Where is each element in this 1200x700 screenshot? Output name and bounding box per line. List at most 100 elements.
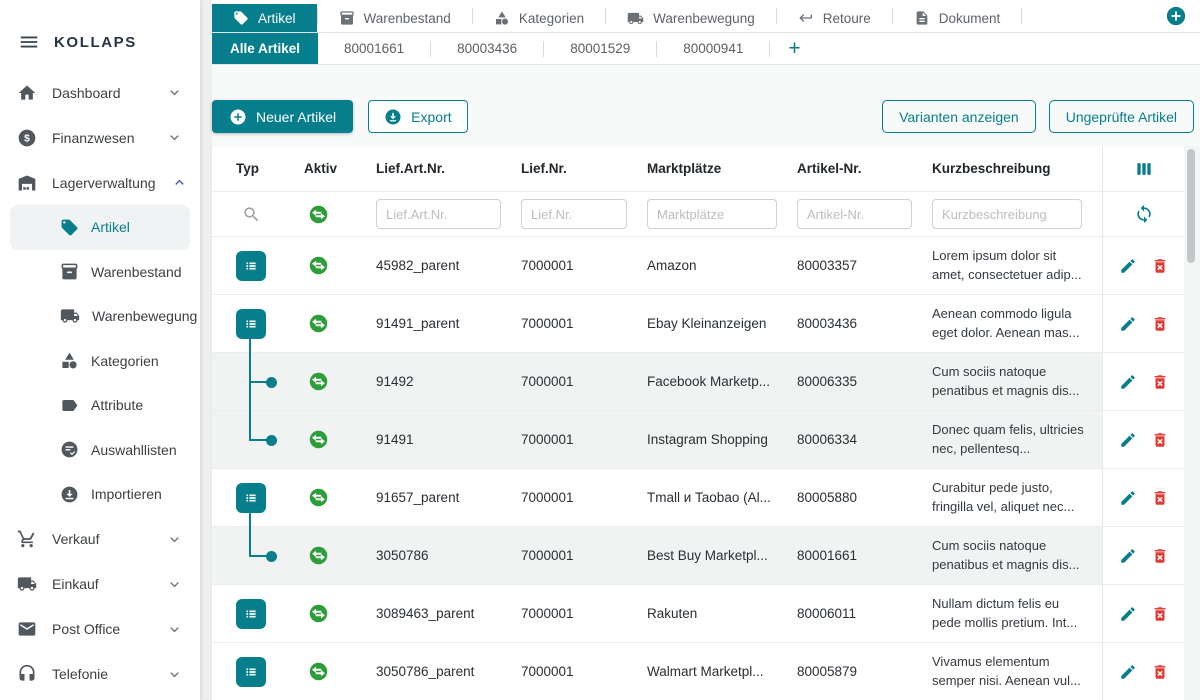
table-row[interactable]: 91491 7000001 Instagram Shopping 8000633… [212,411,1184,469]
delete-icon[interactable] [1151,257,1169,275]
add-article-tab-button[interactable]: + [770,33,818,64]
aktiv-filter-cell [304,204,376,225]
marktplaetze-filter-input[interactable] [647,199,777,229]
tab-dokument[interactable]: Dokument [893,4,1022,32]
table-row[interactable]: 91657_parent 7000001 Tmall и Taobao (Al.… [212,469,1184,527]
lief-art-nr-filter-input[interactable] [376,199,501,229]
sidebar-item-lagerverwaltung[interactable]: Lagerverwaltung [0,160,200,205]
sidebar-item-verkauf[interactable]: Verkauf [0,517,200,562]
active-status-icon[interactable] [308,204,376,225]
sidebar-item-warenbestand[interactable]: Warenbestand [0,250,200,295]
subtab-label: 80001661 [344,41,404,56]
subtab-80001661[interactable]: 80001661 [318,33,430,64]
subtab-80000941[interactable]: 80000941 [657,33,769,64]
aktiv-cell [304,429,376,450]
sidebar-item-warenbewegung[interactable]: Warenbewegung [0,294,200,339]
aktiv-cell [304,545,376,566]
new-article-button[interactable]: Neuer Artikel [212,100,353,133]
artikel-nr-filter-input[interactable] [797,199,912,229]
table-row[interactable]: 3050786 7000001 Best Buy Marketpl... 800… [212,527,1184,585]
sidebar-item-artikel[interactable]: Artikel [10,205,190,250]
truck-icon [17,574,37,594]
sidebar-item-label: Attribute [91,397,143,413]
parent-list-icon[interactable] [236,483,266,513]
header-typ[interactable]: Typ [236,161,304,176]
edit-icon[interactable] [1119,663,1137,681]
table-row[interactable]: 91491_parent 7000001 Ebay Kleinanzeigen … [212,295,1184,353]
subtab-80001529[interactable]: 80001529 [544,33,656,64]
delete-icon[interactable] [1151,605,1169,623]
sidebar-item-telefonie[interactable]: Telefonie [0,652,200,697]
artikel-nr-value: 80005879 [797,664,932,679]
aktiv-cell [304,603,376,624]
edit-icon[interactable] [1119,605,1137,623]
table-scrollbar-thumb[interactable] [1187,149,1195,263]
tab-warenbestand[interactable]: Warenbestand [318,4,472,32]
sidebar-item-einkauf[interactable]: Einkauf [0,562,200,607]
unchecked-articles-button[interactable]: Ungeprüfte Artikel [1049,100,1194,133]
edit-icon[interactable] [1119,257,1137,275]
main-area: Artikel Warenbestand Kategorien Warenbew… [212,0,1200,700]
sidebar-item-importieren[interactable]: Importieren [0,472,200,517]
parent-list-icon[interactable] [236,599,266,629]
chevron-down-icon [166,621,183,638]
lief-nr-filter [521,199,647,229]
tab-label: Artikel [258,11,296,26]
delete-icon[interactable] [1151,431,1169,449]
header-marktplaetze[interactable]: Marktplätze [647,161,797,176]
sidebar-item-auswahllisten[interactable]: Auswahllisten [0,428,200,473]
header-lief-art-nr[interactable]: Lief.Art.Nr. [376,161,521,176]
tab-artikel[interactable]: Artikel [212,4,317,32]
kurzbeschreibung-filter-input[interactable] [932,199,1082,229]
edit-icon[interactable] [1119,547,1137,565]
export-button[interactable]: Export [368,100,467,133]
header-lief-nr[interactable]: Lief.Nr. [521,161,647,176]
marktplaetze-value: Instagram Shopping [647,432,797,447]
refresh-icon[interactable] [1134,204,1154,224]
table-row[interactable]: 3050786_parent 7000001 Walmart Marketpl.… [212,643,1184,700]
sidebar-item-dashboard[interactable]: Dashboard [0,70,200,115]
sidebar-item-post-office[interactable]: Post Office [0,607,200,652]
sidebar-item-attribute[interactable]: Attribute [0,383,200,428]
sidebar-item-label: Importieren [91,486,162,502]
delete-icon[interactable] [1151,315,1169,333]
chevron-down-icon [166,129,183,146]
menu-icon[interactable] [18,31,40,53]
show-variants-button[interactable]: Varianten anzeigen [882,100,1036,133]
sidebar-item-kategorien[interactable]: Kategorien [0,339,200,384]
subtab-alle-artikel[interactable]: Alle Artikel [212,33,318,64]
active-status-icon [308,603,376,624]
delete-icon[interactable] [1151,547,1169,565]
header-kurzbeschreibung[interactable]: Kurzbeschreibung [932,161,1102,176]
subtab-80003436[interactable]: 80003436 [431,33,543,64]
edit-icon[interactable] [1119,373,1137,391]
edit-icon[interactable] [1119,431,1137,449]
columns-icon[interactable] [1134,159,1154,179]
delete-icon[interactable] [1151,489,1169,507]
tab-kategorien[interactable]: Kategorien [473,4,605,32]
table-row[interactable]: 45982_parent 7000001 Amazon 80003357 Lor… [212,237,1184,295]
header-aktiv[interactable]: Aktiv [304,161,376,176]
toolbar: Neuer Artikel Export Varianten anzeigen … [212,100,1194,133]
delete-icon[interactable] [1151,373,1169,391]
marktplaetze-value: Amazon [647,258,797,273]
add-tab-button[interactable] [1165,5,1187,27]
table-scrollbar-track[interactable] [1184,146,1200,700]
row-actions [1102,295,1184,352]
header-artikel-nr[interactable]: Artikel-Nr. [797,161,932,176]
lief-nr-filter-input[interactable] [521,199,627,229]
tab-label: Warenbewegung [653,11,755,26]
sidebar-item-finanzwesen[interactable]: $ Finanzwesen [0,115,200,160]
home-icon [17,83,37,103]
table-row[interactable]: 91492 7000001 Facebook Marketp... 800063… [212,353,1184,411]
tab-warenbewegung[interactable]: Warenbewegung [606,4,776,32]
parent-list-icon[interactable] [236,657,266,687]
parent-list-icon[interactable] [236,251,266,281]
delete-icon[interactable] [1151,663,1169,681]
edit-icon[interactable] [1119,489,1137,507]
parent-list-icon[interactable] [236,309,266,339]
table-row[interactable]: 3089463_parent 7000001 Rakuten 80006011 … [212,585,1184,643]
typ-cell [236,527,304,584]
edit-icon[interactable] [1119,315,1137,333]
tab-retoure[interactable]: Retoure [777,4,892,32]
